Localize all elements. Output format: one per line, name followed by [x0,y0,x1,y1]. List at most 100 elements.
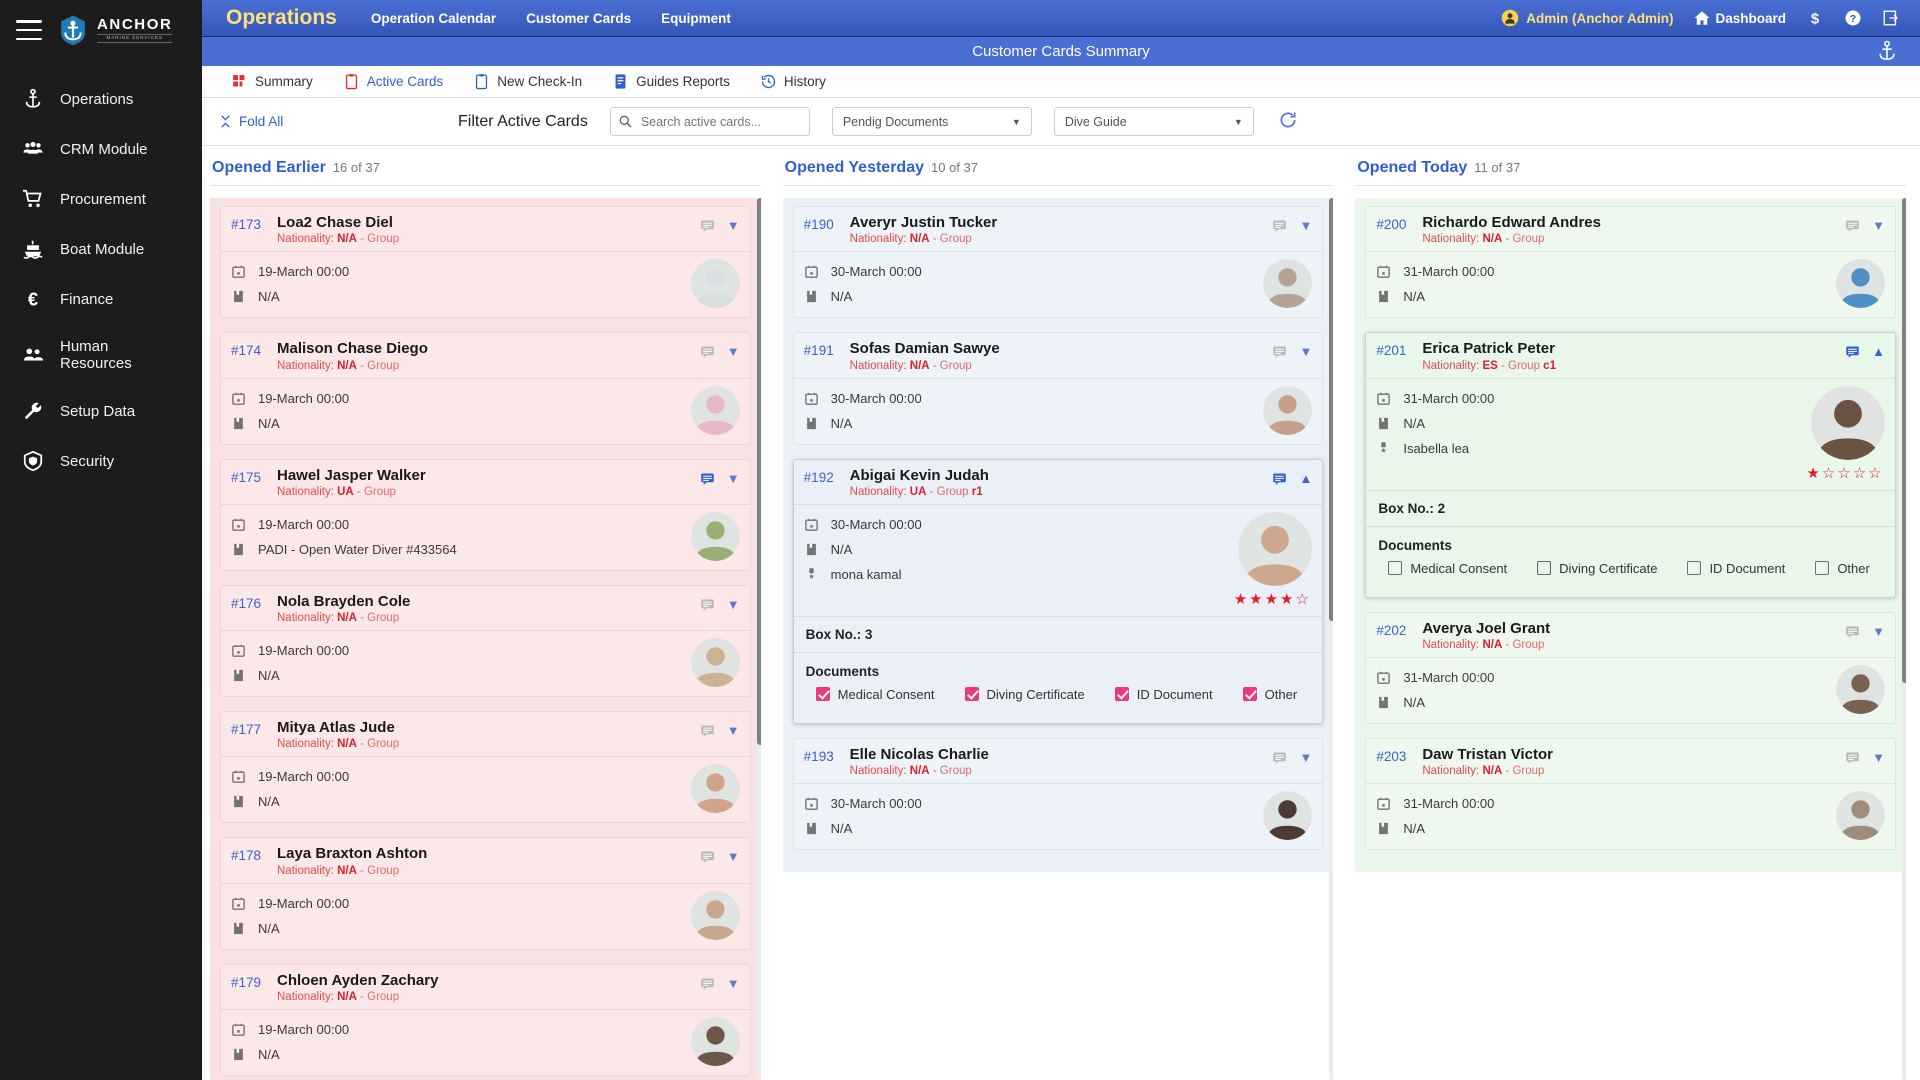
document-checkbox-item[interactable]: Diving Certificate [1537,561,1657,576]
chevron-down-icon[interactable]: ▼ [727,724,740,737]
comment-icon[interactable] [1271,218,1288,233]
card-fields: 19-March 00:00N/A [231,891,685,941]
tab-guides-reports[interactable]: Guides Reports [597,66,745,97]
user-menu[interactable]: Admin (Anchor Admin) [1501,9,1673,27]
top-nav-equipment[interactable]: Equipment [661,11,731,26]
document-checkbox-item[interactable]: Other [1815,561,1870,576]
dive-guide-select[interactable]: Dive Guide ▼ [1054,107,1254,136]
logout-icon[interactable] [1882,9,1900,27]
comment-icon[interactable] [699,344,716,359]
comment-icon[interactable] [1271,344,1288,359]
sidebar-item-human-resources[interactable]: Human Resources [0,324,202,386]
checkbox-icon[interactable] [965,687,979,701]
top-nav-operation-calendar[interactable]: Operation Calendar [371,11,496,26]
chevron-down-icon[interactable]: ▼ [727,598,740,611]
sidebar-item-operations[interactable]: Operations [0,74,202,124]
document-checkbox-item[interactable]: Medical Consent [816,687,935,702]
chevron-down-icon[interactable]: ▼ [727,977,740,990]
chevron-down-icon[interactable]: ▼ [1299,751,1312,764]
tab-summary[interactable]: Summary [216,66,328,97]
document-checkbox-item[interactable]: Medical Consent [1388,561,1507,576]
checkbox-icon[interactable] [816,687,830,701]
customer-card[interactable]: #202Averya Joel GrantNationality: N/A - … [1365,612,1896,724]
sidebar-item-setup-data[interactable]: Setup Data [0,386,202,436]
customer-card[interactable]: #190Averyr Justin TuckerNationality: N/A… [793,206,1324,318]
anchor-icon[interactable] [1876,40,1898,62]
dollar-icon[interactable]: $ [1806,9,1824,27]
menu-toggle-icon[interactable] [16,20,42,40]
comment-icon[interactable] [699,471,716,486]
customer-card[interactable]: #193Elle Nicolas CharlieNationality: N/A… [793,738,1324,850]
checkbox-icon[interactable] [1115,687,1129,701]
customer-card[interactable]: #203Daw Tristan VictorNationality: N/A -… [1365,738,1896,850]
help-icon[interactable]: ? [1844,9,1862,27]
tab-history[interactable]: History [745,66,841,97]
comment-icon[interactable] [699,849,716,864]
sidebar-item-crm-module[interactable]: CRM Module [0,124,202,174]
comment-icon[interactable] [1844,218,1861,233]
chevron-down-icon[interactable]: ▼ [727,850,740,863]
chevron-down-icon[interactable]: ▼ [727,345,740,358]
document-checkbox-item[interactable]: ID Document [1687,561,1785,576]
comment-icon[interactable] [699,723,716,738]
fold-all-button[interactable]: Fold All [218,114,348,129]
rating-stars[interactable]: ★★★★☆ [1234,590,1311,608]
sidebar-item-procurement[interactable]: Procurement [0,174,202,224]
comment-icon[interactable] [1271,471,1288,486]
checkbox-icon[interactable] [1388,561,1402,575]
dashboard-link[interactable]: Dashboard [1693,9,1786,27]
checkbox-icon[interactable] [1815,561,1829,575]
sidebar-item-finance[interactable]: €Finance [0,274,202,324]
refresh-button[interactable] [1278,110,1298,133]
document-checkbox-item[interactable]: Diving Certificate [965,687,1085,702]
chevron-down-icon[interactable]: ▼ [727,472,740,485]
customer-card[interactable]: #178Laya Braxton AshtonNationality: N/A … [220,837,751,949]
comment-icon[interactable] [699,976,716,991]
sidebar-item-security[interactable]: Security [0,436,202,486]
checkbox-icon[interactable] [1537,561,1551,575]
chevron-down-icon[interactable]: ▼ [1872,625,1885,638]
comment-icon[interactable] [1844,750,1861,765]
chevron-up-icon[interactable]: ▲ [1299,472,1312,485]
comment-icon[interactable] [699,218,716,233]
checkbox-icon[interactable] [1243,687,1257,701]
customer-card[interactable]: #179Chloen Ayden ZacharyNationality: N/A… [220,964,751,1076]
tab-new-check-in[interactable]: New Check-In [458,66,597,97]
logo-text: ANCHOR MARINE SERVICES [97,17,172,43]
document-checkbox-item[interactable]: Other [1243,687,1298,702]
chevron-down-icon[interactable]: ▼ [1299,219,1312,232]
customer-card[interactable]: #176Nola Brayden ColeNationality: N/A - … [220,585,751,697]
comment-icon[interactable] [1844,624,1861,639]
customer-card[interactable]: #201Erica Patrick PeterNationality: ES -… [1365,332,1896,597]
search-input[interactable] [610,107,810,136]
chevron-up-icon[interactable]: ▲ [1872,345,1885,358]
customer-card[interactable]: #174Malison Chase DiegoNationality: N/A … [220,332,751,444]
chevron-down-icon[interactable]: ▼ [1299,345,1312,358]
sidebar-item-boat-module[interactable]: Boat Module [0,224,202,274]
scrollbar-thumb[interactable] [1902,198,1906,683]
customer-card[interactable]: #192Abigai Kevin JudahNationality: UA - … [793,459,1324,724]
customer-card[interactable]: #177Mitya Atlas JudeNationality: N/A - G… [220,711,751,823]
scrollbar-thumb[interactable] [1329,198,1333,621]
chevron-down-icon[interactable]: ▼ [727,219,740,232]
chevron-down-icon[interactable]: ▼ [1872,219,1885,232]
scrollbar-thumb[interactable] [757,198,761,745]
column-scrollbar[interactable] [1329,198,1333,1080]
tab-active-cards[interactable]: Active Cards [328,66,459,97]
chevron-down-icon[interactable]: ▼ [1872,751,1885,764]
comment-icon[interactable] [1844,344,1861,359]
customer-card[interactable]: #175Hawel Jasper WalkerNationality: UA -… [220,459,751,571]
pending-documents-select[interactable]: Pendig Documents ▼ [832,107,1032,136]
document-checkbox-item[interactable]: ID Document [1115,687,1213,702]
customer-card[interactable]: #191Sofas Damian SawyeNationality: N/A -… [793,332,1324,444]
customer-card[interactable]: #173Loa2 Chase DielNationality: N/A - Gr… [220,206,751,318]
column-scrollbar[interactable] [757,198,761,1080]
top-nav-customer-cards[interactable]: Customer Cards [526,11,631,26]
checkbox-icon[interactable] [1687,561,1701,575]
comment-icon[interactable] [699,597,716,612]
comment-icon[interactable] [1271,750,1288,765]
column-scrollbar[interactable] [1902,198,1906,1080]
customer-card[interactable]: #200Richardo Edward AndresNationality: N… [1365,206,1896,318]
rating-stars[interactable]: ★☆☆☆☆ [1806,464,1883,482]
calendar-icon [231,390,246,407]
